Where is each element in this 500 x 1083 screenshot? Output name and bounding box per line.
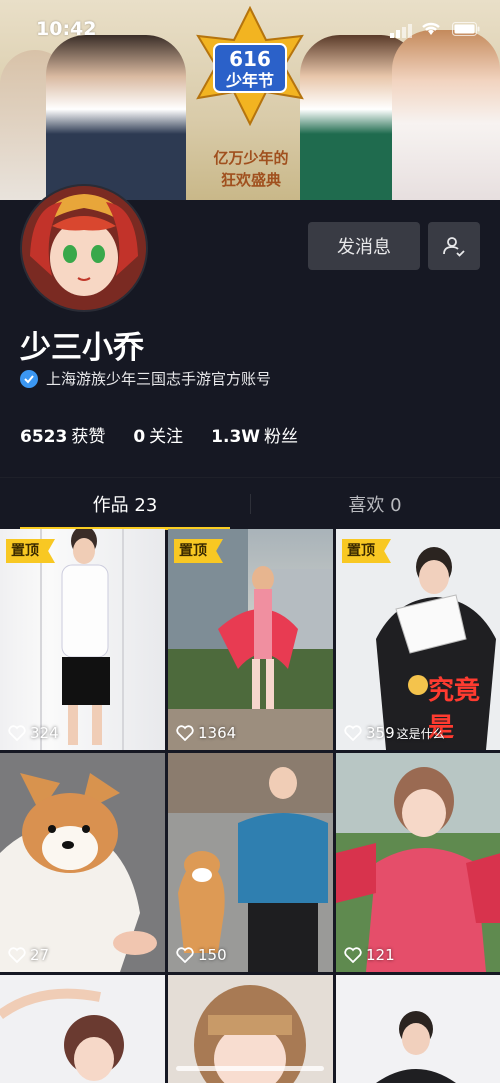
stat-followers[interactable]: 1.3W 粉丝 [211, 422, 298, 447]
profile-stats: 6523 获赞 0 关注 1.3W 粉丝 [20, 422, 326, 447]
video-likes: 1364 [176, 724, 236, 742]
user-check-icon [443, 237, 465, 257]
video-thumbnail[interactable]: 121 [336, 753, 500, 972]
video-likes-count: 324 [30, 724, 59, 742]
banner-tagline-line1: 亿万少年的 [213, 149, 289, 167]
send-message-button[interactable]: 发消息 [308, 222, 420, 270]
heart-icon [344, 725, 362, 741]
video-thumbnail[interactable]: 27 [0, 753, 165, 972]
heart-icon [8, 725, 26, 741]
pinned-badge: 置顶 [174, 539, 223, 563]
profile-name: 少三小乔 [20, 330, 144, 366]
video-likes: 324 [8, 724, 59, 742]
profile-tabs: 作品 23 喜欢 0 [0, 477, 500, 530]
battery-icon [452, 22, 480, 36]
video-likes-count: 150 [198, 946, 227, 964]
status-bar: 10:42 [0, 0, 500, 62]
video-likes: 150 [176, 946, 227, 964]
heart-icon [8, 947, 26, 963]
pinned-badge: 置顶 [6, 539, 55, 563]
video-thumbnail-image [336, 753, 500, 972]
avatar-image [22, 186, 146, 310]
verified-check-icon [20, 369, 38, 388]
video-thumbnail-image [168, 753, 333, 972]
banner-tagline: 亿万少年的 狂欢盛典 [196, 147, 306, 191]
video-thumbnail[interactable]: 置顶 1364 [168, 529, 333, 750]
stat-following-num: 0 [133, 427, 146, 447]
stat-following[interactable]: 0 关注 [133, 422, 183, 447]
stat-following-label: 关注 [149, 427, 184, 447]
svg-text:少年节: 少年节 [225, 71, 274, 90]
video-thumbnail[interactable] [0, 975, 165, 1083]
video-likes: 359 这是什么 [344, 724, 445, 742]
video-likes-count: 121 [366, 946, 395, 964]
signal-icon [390, 24, 412, 38]
pinned-badge: 置顶 [342, 539, 391, 563]
wifi-icon [422, 22, 440, 35]
add-friend-button[interactable] [428, 222, 480, 270]
video-likes: 121 [344, 946, 395, 964]
stat-likes-num: 6523 [20, 427, 68, 447]
video-likes: 27 [8, 946, 49, 964]
video-caption: 这是什么 [396, 726, 445, 741]
verification-row: 上海游族少年三国志手游官方账号 [20, 368, 271, 389]
video-thumbnail[interactable]: 置顶 324 [0, 529, 165, 750]
video-likes-count: 1364 [198, 724, 237, 742]
video-likes-count: 359 [366, 724, 395, 742]
heart-icon [176, 725, 194, 741]
stat-followers-label: 粉丝 [264, 427, 299, 447]
tab-likes[interactable]: 喜欢 0 [250, 478, 500, 530]
video-likes-count: 27 [30, 946, 50, 964]
video-grid: 置顶 324 置顶 1364 究竟是 置顶 359 这是什么 27 150 12… [0, 529, 500, 1083]
heart-icon [344, 947, 362, 963]
video-thumbnail-image [376, 1011, 456, 1083]
heart-icon [176, 947, 194, 963]
video-thumbnail-image [0, 988, 124, 1081]
stat-likes-label: 获赞 [71, 427, 106, 447]
verification-text: 上海游族少年三国志手游官方账号 [46, 370, 272, 388]
status-time: 10:42 [36, 18, 97, 40]
banner-tagline-line2: 狂欢盛典 [220, 171, 281, 189]
video-thumbnail[interactable]: 150 [168, 753, 333, 972]
stat-likes[interactable]: 6523 获赞 [20, 422, 105, 447]
stat-followers-num: 1.3W [211, 427, 261, 447]
video-thumbnail[interactable]: 究竟是 置顶 359 这是什么 [336, 529, 500, 750]
avatar[interactable] [20, 184, 148, 312]
video-thumbnail-image [0, 753, 165, 972]
video-thumbnail[interactable] [336, 975, 500, 1083]
tab-works[interactable]: 作品 23 [0, 478, 250, 530]
home-indicator[interactable] [176, 1066, 324, 1071]
